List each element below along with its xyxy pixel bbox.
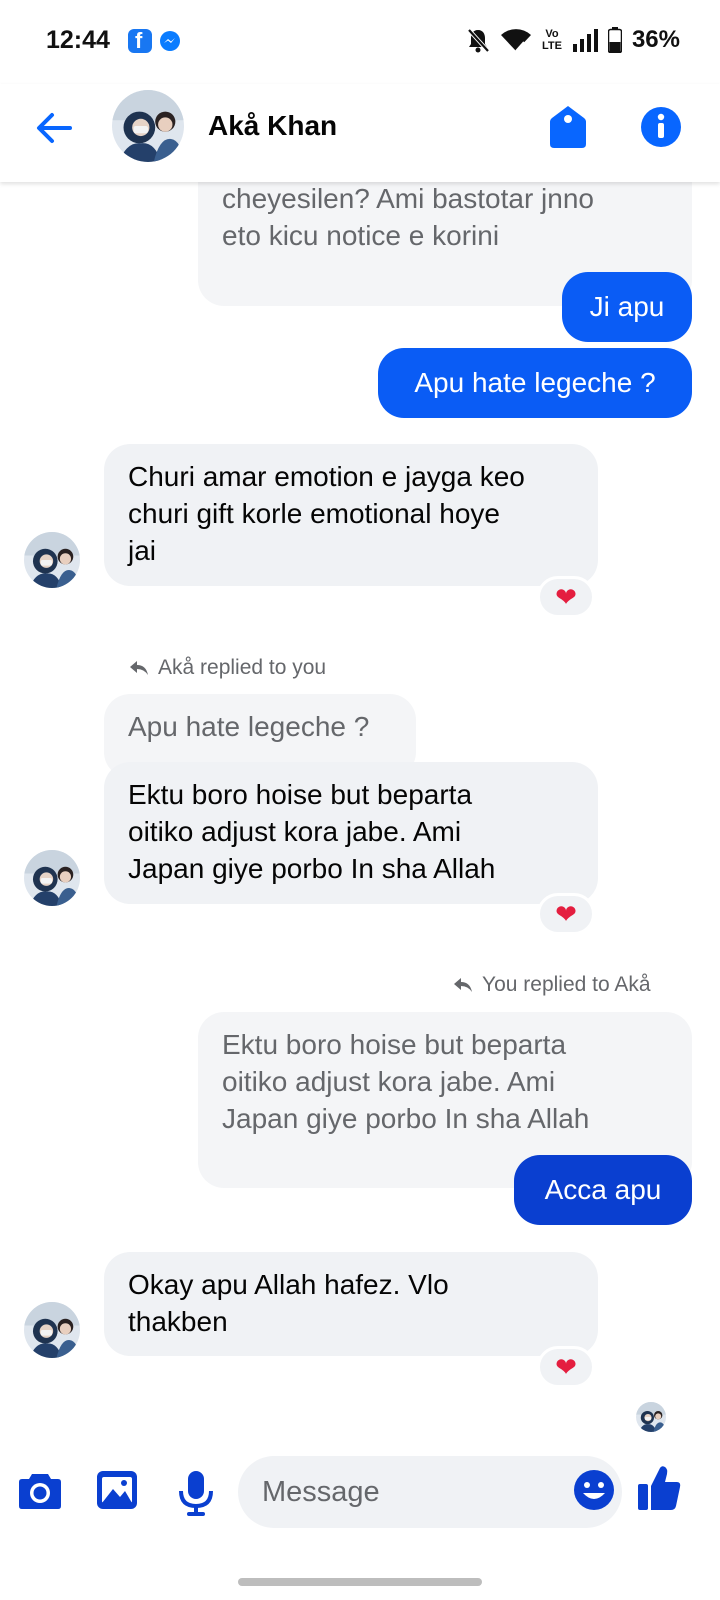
reply-arrow-icon xyxy=(454,978,472,992)
outgoing-message[interactable]: Apu hate legeche ? xyxy=(378,348,692,418)
smiley-icon xyxy=(574,1470,614,1510)
incoming-message[interactable]: Okay apu Allah hafez. Vlo thakben xyxy=(104,1252,598,1356)
message-line: Ektu boro hoise but beparta xyxy=(128,779,473,810)
reply-label-text: Akå replied to you xyxy=(158,656,327,679)
status-icons: Vo LTE 36% xyxy=(466,22,680,58)
wifi-icon xyxy=(500,29,531,52)
quoted-text: Apu hate legeche ? xyxy=(128,711,370,742)
thumbs-up-icon xyxy=(638,1466,681,1510)
seen-receipt-avatar xyxy=(636,1402,666,1432)
heart-reaction[interactable]: ❤ xyxy=(537,576,595,618)
tag-icon xyxy=(550,106,586,148)
voice-button[interactable] xyxy=(178,1470,226,1518)
message-composer xyxy=(0,1452,720,1542)
status-bar: 12:44 f Vo LTE 36% xyxy=(0,0,720,84)
camera-icon xyxy=(19,1474,61,1509)
volte-label-top: Vo xyxy=(545,28,559,40)
tag-button[interactable] xyxy=(546,104,590,150)
arrow-left-icon xyxy=(37,113,72,143)
message-line: Okay apu Allah hafez. Vlo xyxy=(128,1269,449,1300)
reply-arrow-icon xyxy=(130,661,148,675)
message-text: Acca apu xyxy=(544,1174,662,1205)
volte-label-bottom: LTE xyxy=(541,40,562,52)
battery-icon xyxy=(607,27,622,53)
volte-indicator: Vo LTE xyxy=(542,28,562,52)
gallery-button[interactable] xyxy=(96,1470,144,1518)
heart-icon: ❤ xyxy=(555,1352,577,1382)
info-icon xyxy=(641,107,681,147)
battery-percent: 36% xyxy=(631,26,680,53)
contact-name[interactable]: Akå Khan xyxy=(208,110,337,142)
message-line: oitiko adjust kora jabe. Ami xyxy=(128,816,462,847)
message-line: cheyesilen? Ami bastotar jnno xyxy=(222,183,594,214)
like-button[interactable] xyxy=(636,1464,684,1512)
signal-icon xyxy=(572,29,598,52)
incoming-message[interactable]: Ektu boro hoise but beparta oitiko adjus… xyxy=(104,762,598,904)
back-button[interactable] xyxy=(32,106,76,150)
message-text: Apu hate legeche ? xyxy=(414,367,656,398)
message-line: churi gift korle emotional hoye xyxy=(128,498,500,529)
sender-avatar[interactable] xyxy=(24,532,80,588)
quoted-line: oitiko adjust kora jabe. Ami xyxy=(222,1066,556,1097)
facebook-badge-letter: f xyxy=(135,28,143,53)
quoted-line: Japan giye porbo In sha Allah xyxy=(222,1103,590,1134)
reply-label: You replied to Akå xyxy=(452,973,651,997)
message-line: Churi amar emotion e jayga keo xyxy=(128,461,525,492)
contact-avatar[interactable] xyxy=(112,90,184,162)
info-button[interactable] xyxy=(640,106,682,148)
heart-reaction[interactable]: ❤ xyxy=(537,893,595,935)
messenger-notification-icon xyxy=(160,31,180,51)
message-line: jai xyxy=(128,535,157,566)
outgoing-message[interactable]: Ji apu xyxy=(562,272,692,342)
message-line: thakben xyxy=(128,1306,228,1337)
reply-label: Akå replied to you xyxy=(128,656,326,680)
message-line: Japan giye porbo In sha Allah xyxy=(128,853,496,884)
microphone-icon xyxy=(179,1471,213,1516)
reply-label-text: You replied to Akå xyxy=(482,973,651,996)
message-input[interactable] xyxy=(238,1456,622,1528)
bell-muted-icon xyxy=(467,28,490,53)
sender-avatar[interactable] xyxy=(24,1302,80,1358)
message-text: Ji apu xyxy=(589,291,665,322)
quoted-line: Ektu boro hoise but beparta xyxy=(222,1029,567,1060)
heart-reaction[interactable]: ❤ xyxy=(537,1346,595,1388)
emoji-button[interactable] xyxy=(572,1468,616,1512)
heart-icon: ❤ xyxy=(555,582,577,612)
camera-button[interactable] xyxy=(18,1470,66,1518)
conversation-header: Akå Khan xyxy=(0,84,720,182)
outgoing-message[interactable]: Acca apu xyxy=(514,1155,692,1225)
sender-avatar[interactable] xyxy=(24,850,80,906)
image-icon xyxy=(97,1471,137,1509)
message-line: eto kicu notice e korini xyxy=(222,220,500,251)
gesture-navigation-bar[interactable] xyxy=(238,1578,482,1586)
heart-icon: ❤ xyxy=(555,899,577,929)
facebook-notification-icon: f xyxy=(128,28,152,53)
incoming-message[interactable]: Churi amar emotion e jayga keo churi gif… xyxy=(104,444,598,586)
status-time: 12:44 xyxy=(46,26,110,54)
